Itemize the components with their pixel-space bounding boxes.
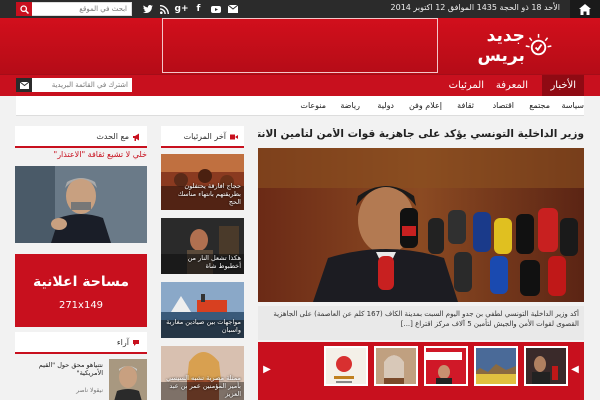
nav-item-videos[interactable]: المرئيات (441, 75, 492, 96)
video-caption: هكذا تشعل النار من أخطبوط شاة (187, 254, 241, 270)
video-item[interactable]: حجاج افارقة يحتفلون بطريقتهم بانتهاء منا… (161, 154, 244, 210)
opinion-heading: آراء (15, 332, 147, 354)
videos-heading: آخر المرئيات (161, 126, 244, 148)
ad-title: مساحة اعلانية (32, 274, 130, 290)
main-photo[interactable] (258, 148, 584, 302)
latest-heading: مع الحدث (15, 126, 147, 148)
video-item[interactable]: هكذا تشعل النار من أخطبوط شاة (161, 218, 244, 274)
search-icon (19, 4, 29, 14)
newsletter-input[interactable] (36, 78, 128, 92)
video-item[interactable]: ممثلة مصرية تشبه السيسي بأمير المؤمنين ع… (161, 346, 244, 400)
subnav-item-society[interactable]: مجتمع (529, 96, 550, 116)
newsletter-box (16, 78, 132, 92)
videos-heading-label: آخر المرئيات (183, 132, 226, 141)
google-plus-icon[interactable]: g+ (175, 4, 189, 15)
video-caption: ممثلة مصرية تشبه السيسي بأمير المؤمنين ع… (166, 374, 241, 398)
video-camera-icon (230, 134, 238, 139)
video-item[interactable]: مواجهات بين صيادين مغاربة واسبان (161, 282, 244, 338)
author-photo (109, 359, 147, 400)
carousel-next-icon[interactable]: ◀ (568, 360, 582, 380)
facebook-icon[interactable]: f (193, 4, 204, 15)
carousel-thumb[interactable] (324, 346, 368, 386)
thumbnail-carousel: ◀ ▶ (258, 342, 584, 400)
main-summary: أكد وزير الداخلية التونسي لطفي بن جدو ال… (258, 306, 584, 340)
nav-item-news[interactable]: الأخبار (542, 75, 584, 96)
twitter-icon[interactable] (142, 4, 153, 15)
main-nav: الأخبار المعرفة المرئيات (0, 74, 600, 96)
carousel-thumb[interactable] (474, 346, 518, 386)
top-bar: الأحد 18 ذو الحجة 1435 الموافق 12 اكتوبر… (0, 0, 600, 18)
sub-nav: سياسة مجتمع اقتصاد ثقافة إعلام وفن دولية… (16, 96, 584, 116)
youtube-icon[interactable] (210, 4, 221, 15)
envelope-icon (19, 81, 29, 89)
social-links: g+ f (142, 2, 238, 16)
home-icon (579, 3, 591, 15)
subnav-item-misc[interactable]: منوعات (300, 96, 326, 116)
video-caption: حجاج افارقة يحتفلون بطريقتهم بانتهاء منا… (177, 182, 241, 206)
ad-space[interactable]: مساحة اعلانية 271x149 (15, 254, 147, 327)
comments-icon (133, 339, 139, 346)
content-area: وزير الداخلية التونسي يؤكد على جاهزية قو… (0, 116, 600, 400)
subnav-item-media-art[interactable]: إعلام وفن (409, 96, 442, 116)
subnav-item-economy[interactable]: اقتصاد (493, 96, 514, 116)
subnav-item-sports[interactable]: رياضة (340, 96, 360, 116)
left-sidebar: مع الحدث خلي لا تشيع ثقافة "الاعتذار" مس… (15, 126, 147, 400)
latest-photo[interactable] (15, 166, 147, 243)
site-header: جديد بريس (0, 18, 600, 74)
header-ad-slot[interactable] (162, 18, 438, 73)
current-date: الأحد 18 ذو الحجة 1435 الموافق 12 اكتوبر… (390, 3, 560, 12)
newsletter-button[interactable] (16, 78, 32, 92)
carousel-thumb[interactable] (424, 346, 468, 386)
subnav-item-culture[interactable]: ثقافة (457, 96, 474, 116)
main-headline[interactable]: وزير الداخلية التونسي يؤكد على جاهزية قو… (258, 128, 584, 140)
opinion-heading-label: آراء (116, 338, 129, 347)
search-input[interactable] (35, 3, 127, 15)
subnav-item-international[interactable]: دولية (377, 96, 394, 116)
site-logo[interactable]: جديد بريس (452, 26, 552, 66)
videos-column: آخر المرئيات حجاج افارقة يحتفلون بطريقته… (161, 126, 244, 400)
search-button[interactable] (16, 2, 32, 16)
home-button[interactable] (570, 0, 600, 18)
video-caption: مواجهات بين صيادين مغاربة واسبان (166, 318, 241, 334)
breaking-headline[interactable]: خلي لا تشيع ثقافة "الاعتذار" (15, 150, 147, 159)
mail-icon[interactable] (227, 4, 238, 15)
logo-text: جديد بريس (477, 26, 525, 66)
opinion-author: نيقولا ناصر (76, 387, 103, 394)
ad-size: 271x149 (58, 300, 104, 311)
search-box (16, 2, 132, 16)
logo-sun-icon (525, 33, 552, 56)
carousel-thumb[interactable] (524, 346, 568, 386)
carousel-prev-icon[interactable]: ▶ (260, 360, 274, 380)
carousel-thumb[interactable] (374, 346, 418, 386)
subnav-item-politics[interactable]: سياسة (561, 96, 584, 116)
megaphone-icon (133, 133, 139, 141)
rss-icon[interactable] (159, 4, 170, 15)
latest-heading-label: مع الحدث (96, 132, 129, 141)
opinion-item[interactable]: نتنياهو محق حول "القيم الأمريكية" نيقولا… (15, 359, 147, 400)
nav-item-knowledge[interactable]: المعرفة (488, 75, 536, 96)
opinion-title[interactable]: نتنياهو محق حول "القيم الأمريكية" (17, 361, 103, 377)
